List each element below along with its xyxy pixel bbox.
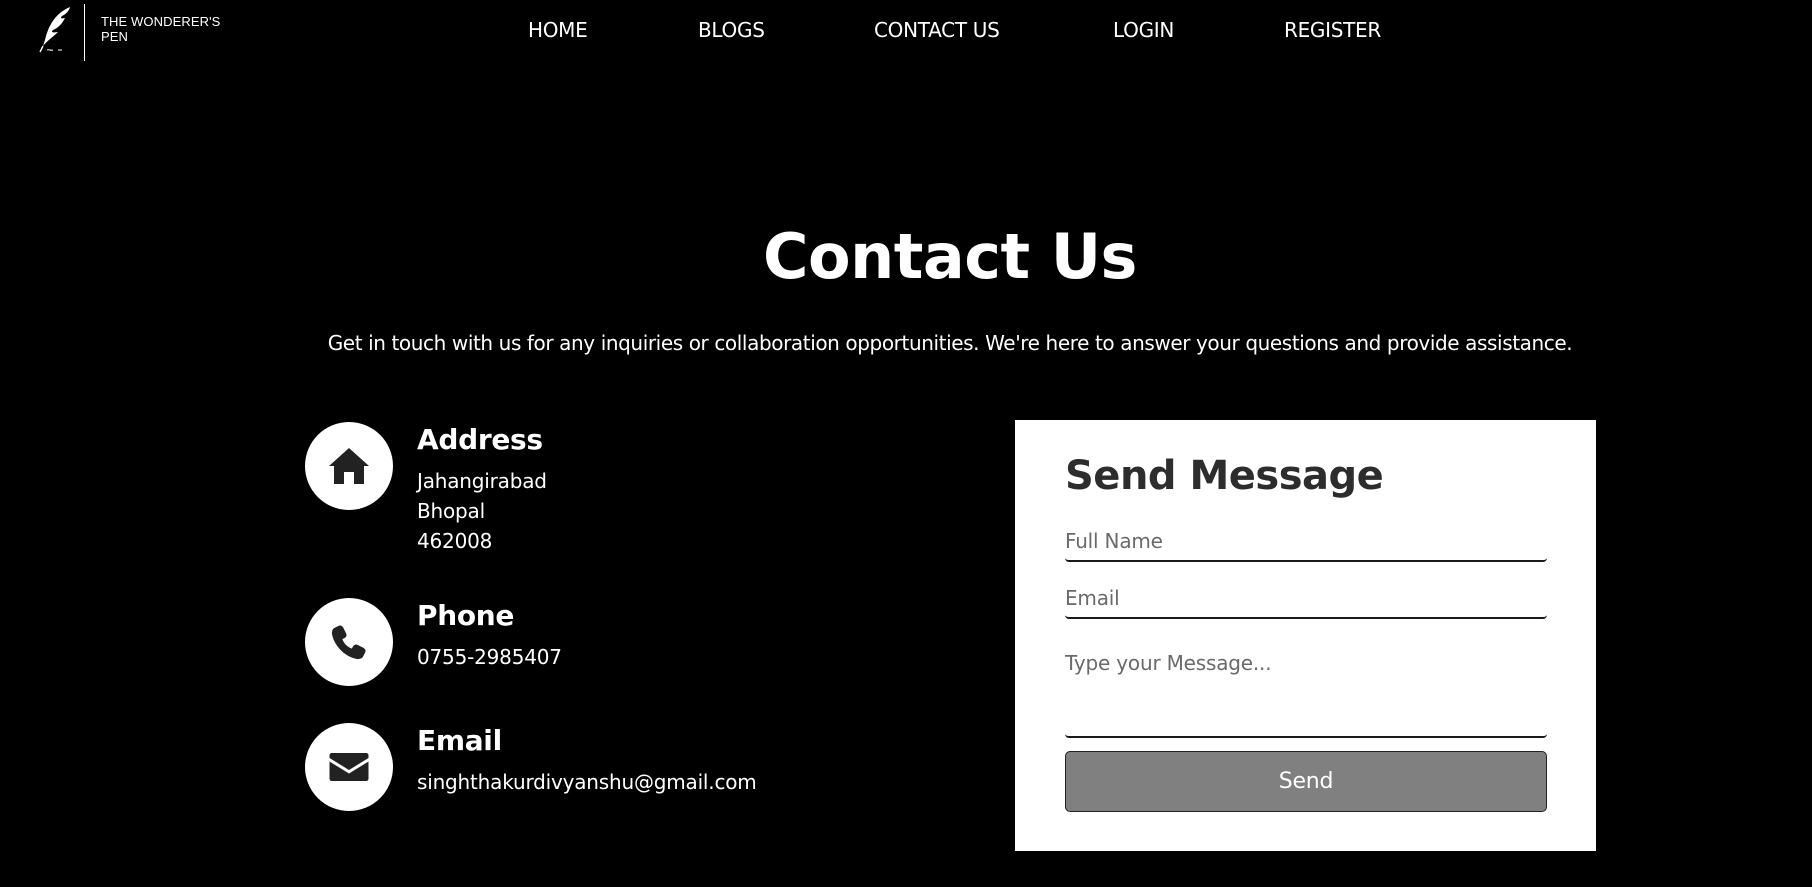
phone-icon [331,625,366,660]
email-icon-circle [305,723,393,811]
nav-register[interactable]: REGISTER [1284,18,1381,42]
send-button[interactable]: Send [1065,751,1547,812]
nav-login[interactable]: LOGIN [1113,18,1174,42]
house-icon [329,448,369,484]
address-line-3: 462008 [417,529,493,553]
email-address: singhthakurdivyanshu@gmail.com [417,770,757,794]
send-message-form: Send Message Send [1015,420,1596,851]
email-details: Email singhthakurdivyanshu@gmail.com [417,723,757,797]
message-textarea[interactable] [1065,648,1547,738]
phone-icon-circle [305,598,393,686]
email-heading: Email [417,724,502,757]
phone-details: Phone 0755-2985407 [417,598,562,672]
nav-home[interactable]: HOME [528,18,588,42]
address-details: Address Jahangirabad Bhopal 462008 [417,422,547,556]
phone-heading: Phone [417,599,515,632]
nav-blogs[interactable]: BLOGS [698,18,765,42]
main-nav: HOME BLOGS CONTACT US LOGIN REGISTER [0,18,1812,44]
address-line-1: Jahangirabad [417,469,547,493]
address-line-2: Bhopal [417,499,485,523]
full-name-input[interactable] [1065,522,1547,562]
site-header: THE WONDERER'S PEN HOME BLOGS CONTACT US… [0,0,1812,62]
address-heading: Address [417,423,543,456]
page-subtitle: Get in touch with us for any inquiries o… [327,331,1573,355]
nav-contact-us[interactable]: CONTACT US [874,18,1000,42]
envelope-icon [329,753,369,781]
phone-number: 0755-2985407 [417,645,562,669]
page-title: Contact Us [763,220,1137,293]
form-title: Send Message [1065,453,1384,499]
address-icon-circle [305,422,393,510]
email-input[interactable] [1065,579,1547,619]
